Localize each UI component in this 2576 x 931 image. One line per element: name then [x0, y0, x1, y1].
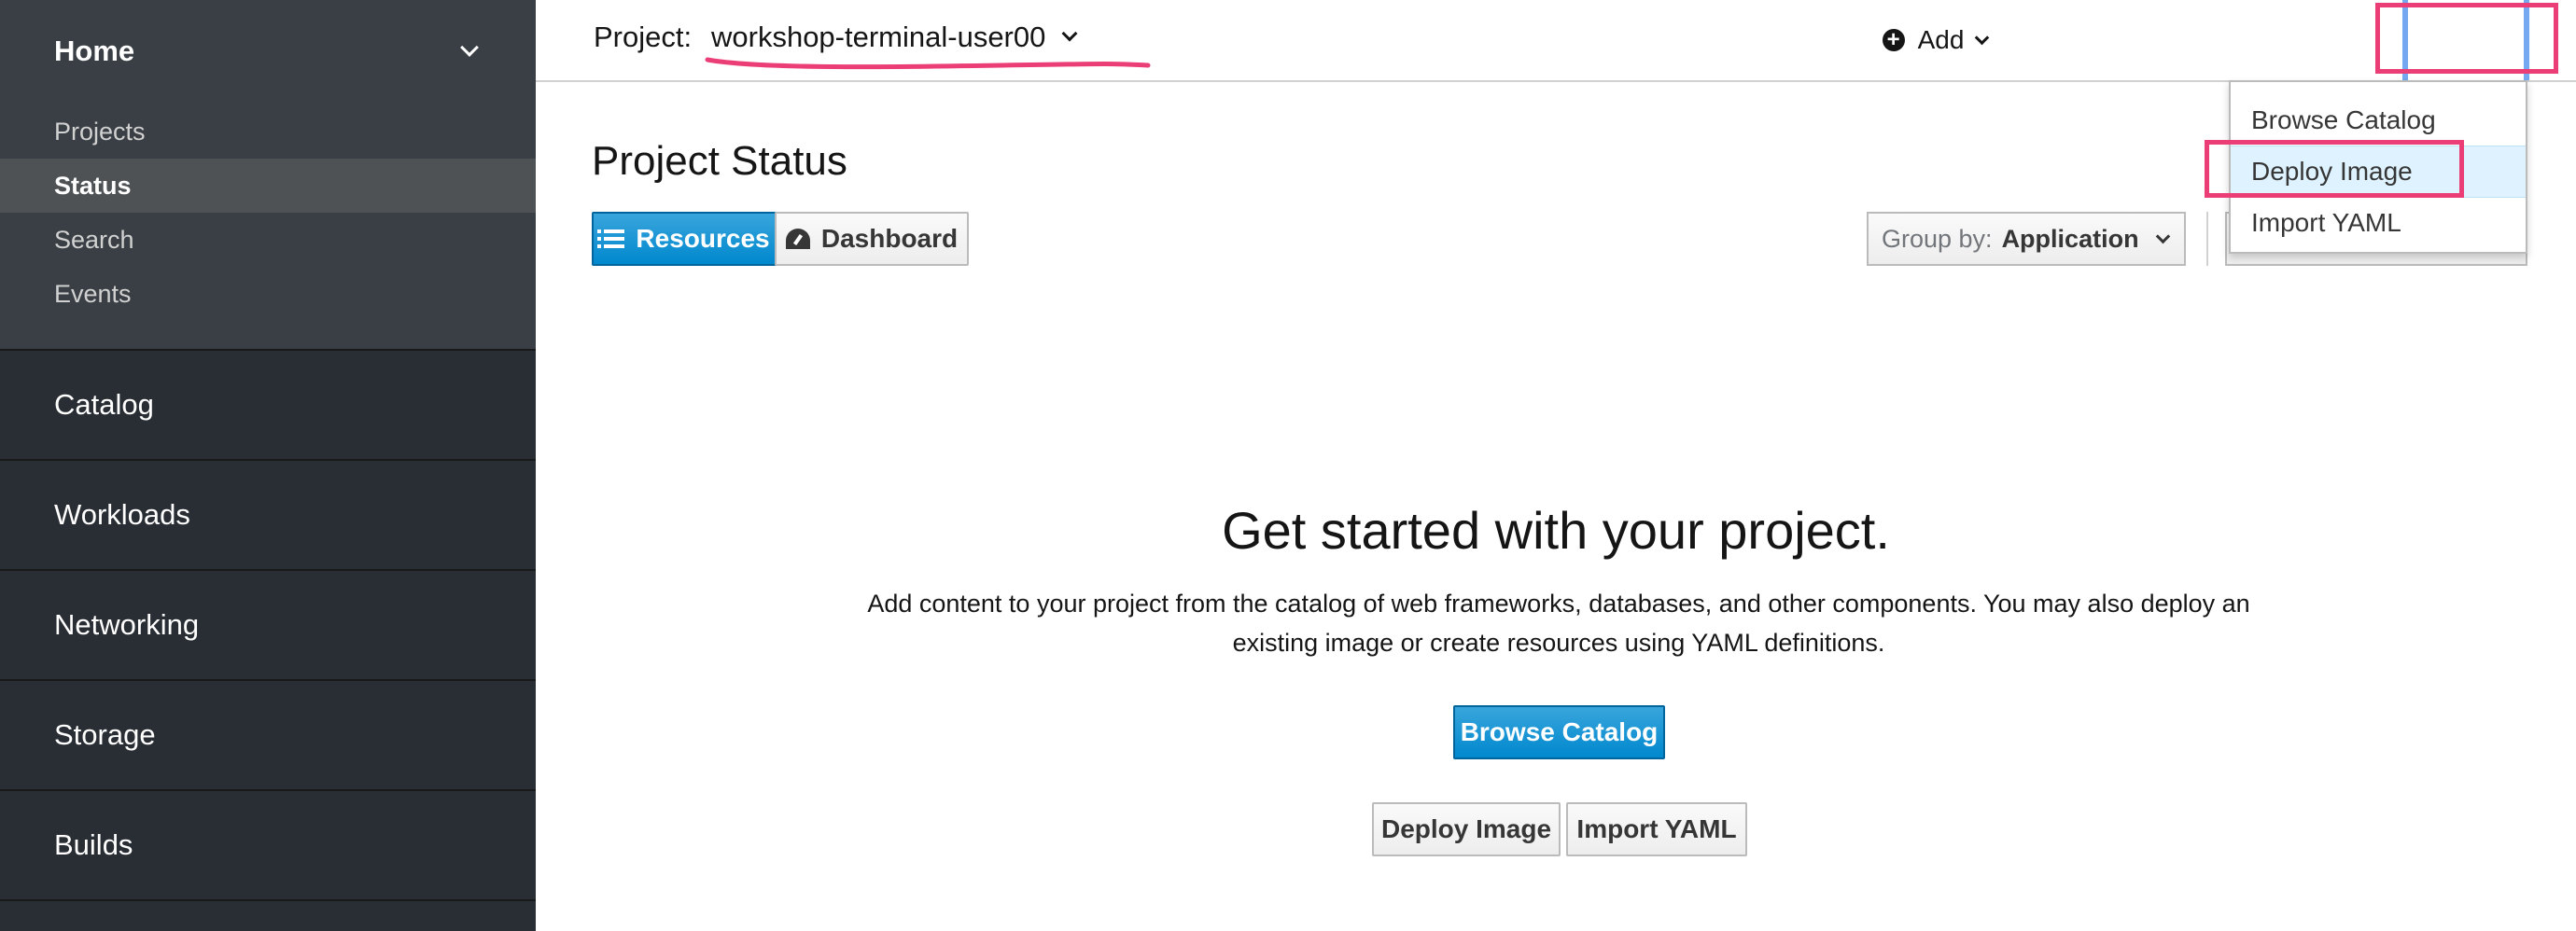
- chevron-down-icon: [2155, 229, 2170, 243]
- sidebar-item-builds[interactable]: Builds: [0, 791, 536, 901]
- plus-circle-icon: +: [1882, 29, 1905, 51]
- chevron-down-icon: [1975, 30, 1990, 45]
- sidebar-item-status[interactable]: Status: [0, 159, 536, 213]
- import-yaml-button[interactable]: Import YAML: [1566, 802, 1747, 856]
- project-bar: Project: workshop-terminal-user00: [536, 0, 2576, 82]
- group-by-value: Application: [2001, 224, 2139, 253]
- sidebar-item-networking[interactable]: Networking: [0, 571, 536, 681]
- chevron-down-icon: [1061, 25, 1078, 42]
- sidebar-item-storage[interactable]: Storage: [0, 681, 536, 791]
- sidebar-nav: Home Projects Status Search Events Catal…: [0, 0, 536, 931]
- sidebar-item-catalog[interactable]: Catalog: [0, 351, 536, 461]
- add-button-label: Add: [1917, 25, 1965, 54]
- group-by-label: Group by:: [1882, 224, 1993, 253]
- dashboard-toggle-button[interactable]: Dashboard: [775, 212, 969, 266]
- chevron-down-icon: [460, 38, 479, 57]
- sidebar-home-label: Home: [54, 35, 135, 67]
- resources-label: Resources: [636, 224, 770, 253]
- project-selector[interactable]: workshop-terminal-user00: [711, 21, 1078, 54]
- dashboard-label: Dashboard: [820, 224, 959, 253]
- list-icon: [597, 229, 625, 248]
- browse-catalog-button[interactable]: Browse Catalog: [1453, 705, 1665, 759]
- home-section: Home Projects Status Search Events: [0, 0, 536, 351]
- group-by-dropdown[interactable]: Group by: Application: [1867, 212, 2186, 266]
- sidebar-item-search[interactable]: Search: [0, 213, 536, 267]
- add-dropdown-menu: Browse Catalog Deploy Image Import YAML: [2229, 80, 2527, 254]
- add-button[interactable]: + Add: [1865, 17, 2005, 63]
- deploy-image-button[interactable]: Deploy Image: [1372, 802, 1561, 856]
- empty-state-description: Add content to your project from the cat…: [867, 590, 2250, 657]
- resources-toggle-button[interactable]: Resources: [592, 212, 777, 266]
- annotation-underline: [705, 57, 1151, 70]
- project-label: Project:: [594, 21, 693, 53]
- sidebar-item-projects[interactable]: Projects: [0, 104, 536, 159]
- sidebar-item-home[interactable]: Home: [54, 28, 483, 75]
- toolbar-divider: [2206, 212, 2208, 266]
- dashboard-icon: [785, 229, 810, 249]
- empty-state-title: Get started with your project.: [1222, 501, 1890, 560]
- menu-item-deploy-image[interactable]: Deploy Image: [2231, 146, 2526, 198]
- sidebar-item-workloads[interactable]: Workloads: [0, 461, 536, 571]
- sidebar-item-events[interactable]: Events: [0, 267, 536, 321]
- menu-item-browse-catalog[interactable]: Browse Catalog: [2231, 95, 2526, 146]
- menu-item-import-yaml[interactable]: Import YAML: [2231, 198, 2526, 248]
- page-title: Project Status: [592, 138, 847, 184]
- project-name: workshop-terminal-user00: [711, 21, 1046, 53]
